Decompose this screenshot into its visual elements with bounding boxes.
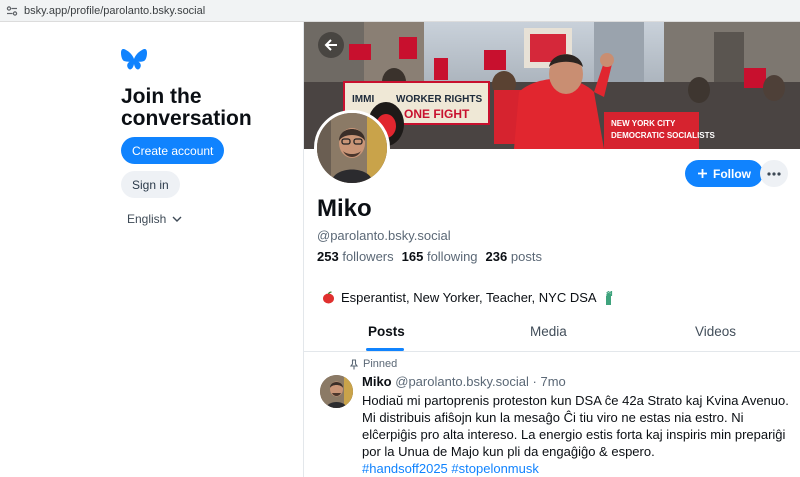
url-text[interactable]: bsky.app/profile/parolanto.bsky.social — [24, 5, 205, 17]
post-header: Miko @parolanto.bsky.social · 7mo — [362, 374, 566, 389]
join-heading: Join the conversation — [121, 85, 252, 130]
followers-label: followers — [342, 249, 394, 264]
following-stat[interactable]: 165 following — [402, 249, 478, 264]
post-author-avatar[interactable] — [320, 375, 353, 408]
address-bar[interactable]: bsky.app/profile/parolanto.bsky.social — [0, 0, 800, 22]
profile-tabs: Posts Media Videos — [304, 320, 800, 352]
post-text: Hodiaŭ mi partoprenis proteston kun DSA … — [362, 393, 789, 459]
profile-name: Miko — [317, 195, 372, 222]
apple-emoji-icon — [323, 291, 334, 304]
following-count: 165 — [401, 249, 424, 264]
post-body[interactable]: Hodiaŭ mi partoprenis proteston kun DSA … — [362, 392, 794, 477]
pinned-text: Pinned — [363, 358, 398, 370]
language-label: English — [127, 212, 167, 226]
profile-main: IMMI WORKER RIGHTS ONE FIGHT NEW YORK CI… — [303, 22, 800, 477]
following-label: following — [426, 249, 478, 264]
followers-stat[interactable]: 253 followers — [317, 249, 394, 264]
pin-icon — [349, 358, 359, 369]
back-button[interactable] — [318, 32, 344, 58]
posts-stat: 236 posts — [486, 249, 542, 264]
butterfly-logo-icon[interactable] — [120, 48, 148, 74]
post-time[interactable]: 7mo — [540, 374, 565, 389]
post-author-name[interactable]: Miko — [362, 374, 392, 389]
create-account-button[interactable]: Create account — [121, 137, 225, 164]
plus-icon — [698, 169, 707, 178]
ellipsis-icon — [767, 171, 781, 176]
profile-bio: Esperantist, New Yorker, Teacher, NYC DS… — [322, 290, 614, 305]
post-avatar-photo — [320, 375, 353, 408]
back-arrow-icon — [324, 39, 337, 51]
hashtag-link[interactable]: #handsoff2025 — [362, 461, 448, 476]
avatar-photo — [317, 113, 387, 183]
tab-media[interactable]: Media — [530, 324, 567, 339]
hashtag-link[interactable]: #stopelonmusk — [451, 461, 538, 476]
chevron-down-icon — [172, 216, 182, 222]
banner-sign-5: DEMOCRATIC SOCIALISTS — [611, 131, 716, 140]
statue-of-liberty-emoji-icon — [605, 290, 612, 305]
banner-sign-2: WORKER RIGHTS — [396, 94, 482, 105]
followers-count: 253 — [317, 249, 339, 264]
more-options-button[interactable] — [760, 160, 788, 187]
left-sidebar: Join the conversation Create account Sig… — [0, 22, 303, 477]
posts-count: 236 — [485, 249, 508, 264]
profile-stats: 253 followers 165 following 236 posts — [317, 249, 542, 264]
banner-sign-1: IMMI — [352, 94, 374, 105]
post-author-handle[interactable]: @parolanto.bsky.social — [395, 374, 529, 389]
active-tab-indicator — [366, 348, 404, 351]
follow-label: Follow — [713, 166, 751, 181]
tab-posts[interactable]: Posts — [368, 324, 405, 339]
banner-sign-4: NEW YORK CITY — [611, 119, 676, 128]
profile-handle: @parolanto.bsky.social — [317, 228, 451, 243]
banner-sign-3: ONE FIGHT — [404, 107, 470, 121]
language-select[interactable]: English — [127, 212, 182, 226]
profile-avatar[interactable] — [314, 110, 390, 186]
site-settings-icon[interactable] — [6, 5, 18, 17]
follow-button[interactable]: Follow — [685, 160, 763, 187]
posts-label: posts — [510, 249, 542, 264]
pinned-label: Pinned — [349, 358, 397, 370]
sign-in-button[interactable]: Sign in — [121, 171, 180, 198]
tab-videos[interactable]: Videos — [695, 324, 736, 339]
post-separator: · — [532, 374, 537, 389]
bio-text: Esperantist, New Yorker, Teacher, NYC DS… — [341, 290, 597, 305]
